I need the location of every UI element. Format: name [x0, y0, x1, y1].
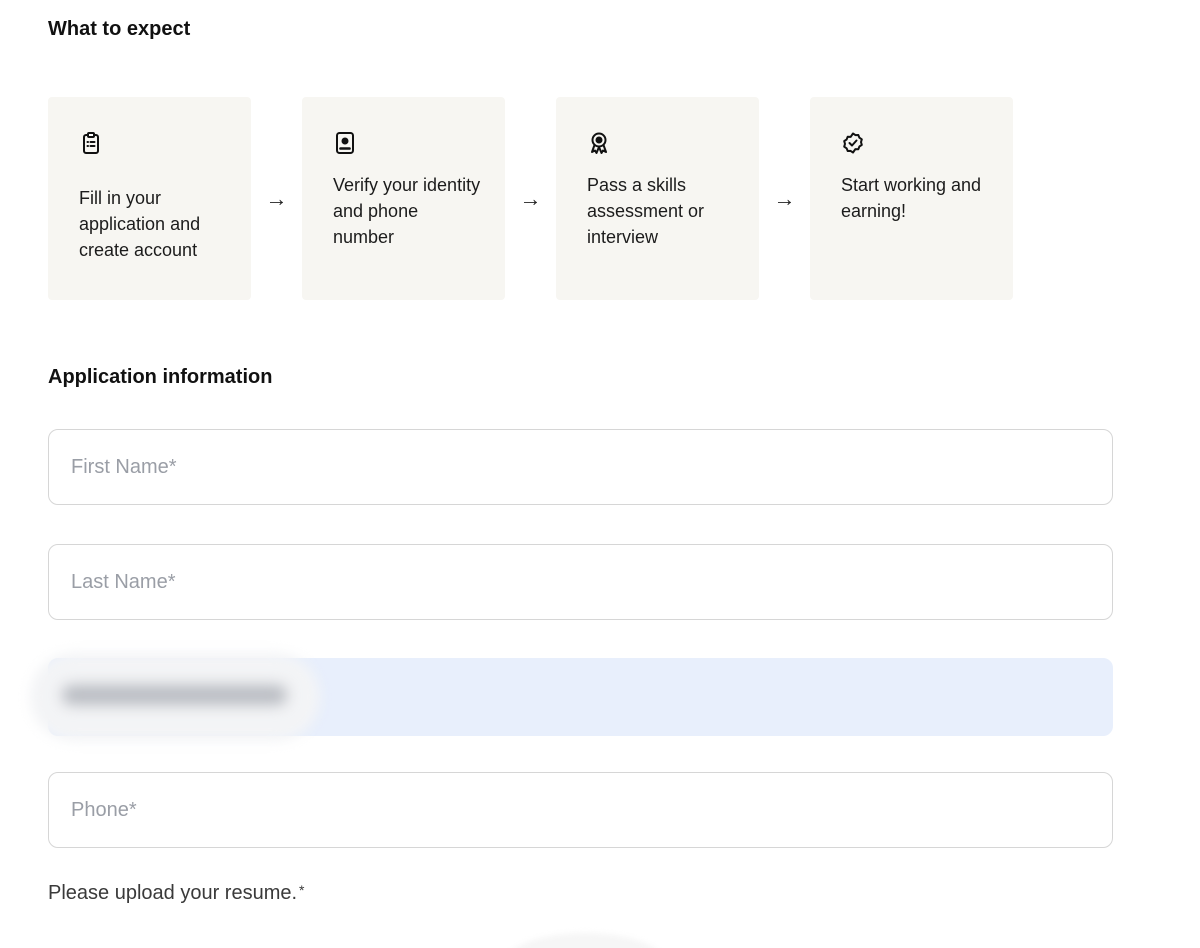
step-card-application: Fill in your application and create acco…: [48, 97, 251, 300]
step-text: Fill in your application and create acco…: [79, 188, 201, 260]
first-name-input[interactable]: [69, 454, 1112, 480]
required-mark: *: [299, 882, 305, 898]
resume-upload-text: Please upload your resume.: [48, 882, 298, 904]
award-icon: [591, 132, 607, 154]
check-circle-icon: [843, 132, 863, 154]
last-name-input[interactable]: [69, 569, 1112, 595]
step-text: Start working and earning!: [841, 175, 982, 221]
phone-input[interactable]: [69, 797, 1112, 823]
step-card-verify: Verify your identity and phone number: [302, 97, 505, 300]
application-information-heading: Application information: [48, 366, 273, 388]
arrow-right-icon: →: [773, 185, 796, 211]
application-page: What to expect Fill in your application …: [0, 0, 1200, 948]
resume-upload-label: Please upload your resume. *: [48, 882, 305, 905]
redacted-email-value: [62, 685, 287, 705]
arrow-right-icon: →: [519, 185, 542, 211]
id-badge-icon: [336, 132, 354, 154]
what-to-expect-heading: What to expect: [48, 18, 191, 40]
first-name-field[interactable]: [48, 429, 1113, 505]
clipboard-icon: [83, 132, 99, 154]
steps-row: Fill in your application and create acco…: [48, 97, 1013, 300]
step-text: Pass a skills assessment or interview: [587, 175, 705, 247]
upload-area-edge[interactable]: [505, 933, 665, 948]
step-text: Verify your identity and phone number: [333, 175, 481, 247]
phone-field[interactable]: [48, 772, 1113, 848]
step-card-start-working: Start working and earning!: [810, 97, 1013, 300]
step-card-assessment: Pass a skills assessment or interview: [556, 97, 759, 300]
arrow-right-icon: →: [265, 185, 288, 211]
last-name-field[interactable]: [48, 544, 1113, 620]
